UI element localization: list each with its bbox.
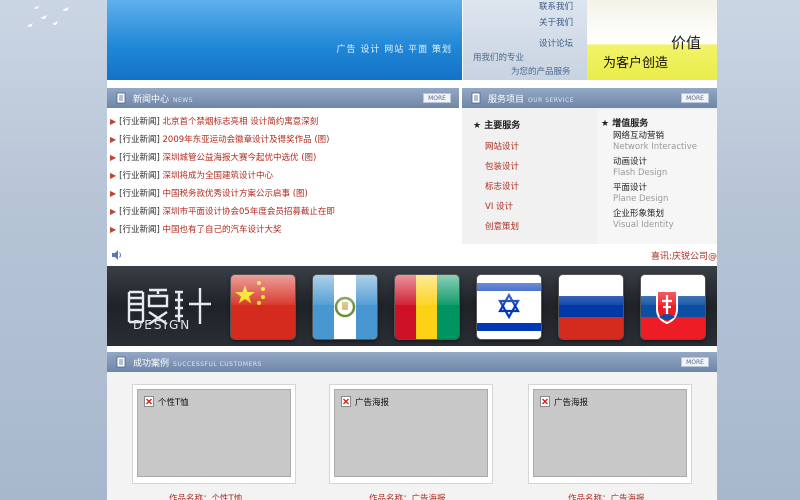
arrow-icon: ▶	[110, 189, 117, 198]
case-caption[interactable]: 作品名称：个性T恤	[169, 492, 242, 500]
news-item[interactable]: ▶ [行业新闻] 深圳城管公益海报大赛今起优中选优 (图)	[110, 149, 456, 167]
design-logo-text: DESIGN	[133, 318, 192, 332]
case-label: 广告海报	[554, 398, 589, 408]
broken-image-icon	[144, 396, 154, 407]
china-flag[interactable]	[231, 275, 295, 339]
value-service-zh[interactable]: 动画设计	[613, 155, 647, 167]
service-link[interactable]: 创意策划	[485, 220, 519, 232]
document-icon	[471, 92, 481, 104]
main-services-heading: ★ 主要服务	[473, 121, 521, 131]
speaker-icon	[112, 250, 121, 260]
site-header: 广告 设计 网站 平面 策划 联系我们 关于我们 设计论坛 用我们的专业 为您的…	[107, 0, 717, 82]
banner-tagline: 广告 设计 网站 平面 策划	[336, 45, 452, 55]
news-subtitle: NEWS	[173, 97, 194, 104]
header-nav: 联系我们 关于我们 设计论坛 用我们的专业 为您的产品服务	[462, 0, 587, 80]
flag-gloss	[231, 275, 295, 305]
cases-more-button[interactable]: MORE	[681, 357, 709, 367]
cases-area: 个性T恤 广告海报 广告海报 作品名称：个性T恤 作品名称：广告海报 作品名称：…	[107, 372, 717, 500]
flag-gloss	[559, 275, 623, 305]
services-header-bar: 服务项目 OUR SERVICE MORE	[462, 88, 717, 108]
promo-panel: 价值 为客户创造	[587, 0, 717, 80]
services-panel: 服务项目 OUR SERVICE MORE ★ 主要服务 网站设计 包装设计 标志…	[462, 88, 717, 244]
nav-link-about[interactable]: 关于我们	[539, 16, 573, 28]
services-more-button[interactable]: MORE	[681, 93, 709, 103]
nav-link-forum[interactable]: 设计论坛	[539, 37, 573, 49]
cases-title: 成功案例 SUCCESSFUL CUSTOMERS	[133, 359, 262, 369]
slovakia-flag[interactable]	[641, 275, 705, 339]
value-services-heading: ★ 增值服务	[601, 119, 649, 129]
arrow-icon: ▶	[110, 117, 117, 126]
broken-image-icon	[341, 396, 351, 407]
value-services-column: ★ 增值服务 网络互动营销 Network Interactive 动画设计 F…	[597, 110, 717, 244]
services-subtitle: OUR SERVICE	[528, 97, 575, 104]
case-card[interactable]: 广告海报	[329, 384, 493, 484]
news-title: 新闻中心 NEWS	[133, 95, 194, 105]
value-service-en: Plane Design	[613, 194, 669, 204]
arrow-icon: ▶	[110, 171, 117, 180]
flags-banner: DESIGN	[107, 266, 717, 346]
promo-value: 价值	[671, 34, 702, 52]
document-icon	[116, 92, 126, 104]
services-title: 服务项目 OUR SERVICE	[488, 95, 575, 105]
russia-flag[interactable]	[559, 275, 623, 339]
nav-slogan-line-2: 为您的产品服务	[511, 67, 571, 77]
case-card[interactable]: 个性T恤	[132, 384, 296, 484]
value-service-en: Flash Design	[613, 168, 668, 178]
flag-gloss	[477, 275, 541, 305]
guinea-flag[interactable]	[395, 275, 459, 339]
news-item[interactable]: ▶ [行业新闻] 深圳市平面设计协会05年度会员招募截止在即	[110, 203, 456, 221]
flag-gloss	[395, 275, 459, 305]
main-services-column: ★ 主要服务 网站设计 包装设计 标志设计 VI 设计 创意策划	[465, 110, 595, 244]
arrow-icon: ▶	[110, 225, 117, 234]
page-container: 广告 设计 网站 平面 策划 联系我们 关于我们 设计论坛 用我们的专业 为您的…	[107, 0, 717, 500]
service-link[interactable]: 标志设计	[485, 180, 519, 192]
service-link[interactable]: 包装设计	[485, 160, 519, 172]
news-item[interactable]: ▶ [行业新闻] 深圳将成为全国建筑设计中心	[110, 167, 456, 185]
promo-slogan: 为客户创造	[603, 56, 669, 71]
case-caption[interactable]: 作品名称：广告海报	[568, 492, 645, 500]
case-caption[interactable]: 作品名称：广告海报	[369, 492, 446, 500]
israel-flag[interactable]	[477, 275, 541, 339]
marquee-text[interactable]: 喜讯:庆锐公司@	[651, 249, 717, 262]
news-item[interactable]: ▶ [行业新闻] 中国也有了自己的汽车设计大奖	[110, 221, 456, 239]
value-service-zh[interactable]: 企业形象策划	[613, 207, 664, 219]
service-link[interactable]: 网站设计	[485, 140, 519, 152]
service-link[interactable]: VI 设计	[485, 200, 513, 212]
flag-gloss	[313, 275, 377, 305]
arrow-icon: ▶	[110, 207, 117, 216]
news-item[interactable]: ▶ [行业新闻] 北京首个禁烟标志亮相 设计简约寓意深刻	[110, 113, 456, 131]
case-image: 广告海报	[334, 389, 488, 477]
document-icon	[116, 356, 126, 368]
broken-image-icon	[540, 396, 550, 407]
news-panel: 新闻中心 NEWS MORE ▶ [行业新闻] 北京首个禁烟标志亮相 设计简约寓意深…	[107, 88, 459, 244]
case-image: 个性T恤	[137, 389, 291, 477]
announcement-marquee: 喜讯:庆锐公司@	[107, 246, 717, 264]
birds-decoration	[27, 6, 69, 27]
news-header-bar: 新闻中心 NEWS MORE	[107, 88, 459, 108]
value-service-en: Network Interactive	[613, 142, 697, 152]
news-list: ▶ [行业新闻] 北京首个禁烟标志亮相 设计简约寓意深刻 ▶ [行业新闻] 2009…	[110, 113, 456, 239]
arrow-icon: ▶	[110, 153, 117, 162]
value-service-zh[interactable]: 平面设计	[613, 181, 647, 193]
header-banner: 广告 设计 网站 平面 策划	[107, 0, 462, 80]
news-more-button[interactable]: MORE	[423, 93, 451, 103]
nav-link-contact[interactable]: 联系我们	[539, 0, 573, 12]
guatemala-flag[interactable]	[313, 275, 377, 339]
case-label: 广告海报	[355, 398, 390, 408]
cases-header-bar: 成功案例 SUCCESSFUL CUSTOMERS MORE	[107, 352, 717, 372]
case-label: 个性T恤	[158, 398, 189, 408]
cases-subtitle: SUCCESSFUL CUSTOMERS	[173, 361, 262, 368]
value-service-zh[interactable]: 网络互动营销	[613, 129, 664, 141]
case-image: 广告海报	[533, 389, 687, 477]
case-card[interactable]: 广告海报	[528, 384, 692, 484]
flag-gloss	[641, 275, 705, 305]
arrow-icon: ▶	[110, 135, 117, 144]
nav-slogan-line-1: 用我们的专业	[473, 53, 525, 63]
news-item[interactable]: ▶ [行业新闻] 2009年东亚运动会徽章设计及得奖作品 (图)	[110, 131, 456, 149]
value-service-en: Visual Identity	[613, 220, 674, 230]
news-item[interactable]: ▶ [行业新闻] 中国税务款优秀设计方案公示启事 (图)	[110, 185, 456, 203]
